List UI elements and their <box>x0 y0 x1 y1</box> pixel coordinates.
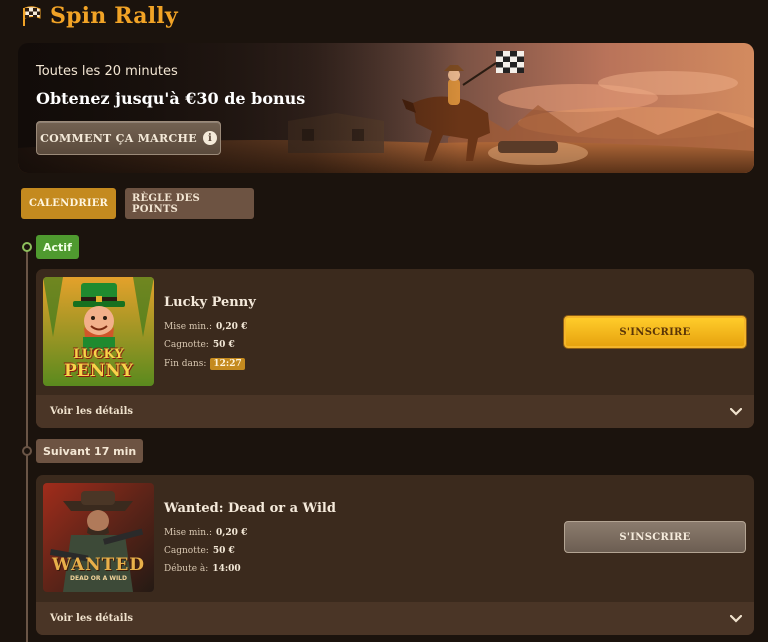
start-time-row: Débute à: 14:00 <box>164 564 241 574</box>
pot-row: Cagnotte: 50 € <box>164 546 235 556</box>
page-title: Spin Rally <box>50 3 178 29</box>
event-card-body: WANTED DEAD OR A WILD Wanted: Dead or a … <box>36 475 754 599</box>
details-toggle[interactable]: Voir les détails <box>36 602 754 635</box>
info-icon: i <box>202 131 217 145</box>
min-bet-value: 0,20 € <box>216 322 248 332</box>
details-label: Voir les détails <box>50 406 134 417</box>
timeline-line <box>26 246 28 642</box>
min-bet-row: Mise min.: 0,20 € <box>164 528 247 538</box>
banner-subtitle: Toutes les 20 minutes <box>36 64 178 79</box>
how-it-works-button[interactable]: COMMENT ÇA MARCHE i <box>36 121 221 155</box>
pot-row: Cagnotte: 50 € <box>164 340 235 350</box>
tab-points-rules[interactable]: RÈGLE DES POINTS <box>125 188 254 219</box>
details-label: Voir les détails <box>50 613 134 624</box>
status-badge-next: Suivant 17 min <box>36 439 144 463</box>
pot-label: Cagnotte: <box>164 546 209 556</box>
timeline-dot-active <box>22 242 32 252</box>
chevron-down-icon <box>730 614 742 623</box>
pot-value: 50 € <box>212 340 235 350</box>
chevron-down-icon <box>730 407 742 416</box>
min-bet-label: Mise min.: <box>164 322 213 332</box>
tab-calendar[interactable]: CALENDRIER <box>21 188 116 219</box>
pot-label: Cagnotte: <box>164 340 209 350</box>
timeline-dot-next <box>22 446 32 456</box>
thumbnail-text-penny: PENNY <box>64 361 133 381</box>
signup-button[interactable]: S'INSCRIRE <box>564 521 746 553</box>
event-card-body: LUCKY PENNY Lucky Penny Mise min.: 0,20 … <box>36 269 754 393</box>
thumbnail-text-wanted: WANTED <box>51 555 146 575</box>
game-title: Wanted: Dead or a Wild <box>164 501 336 516</box>
promo-banner: Toutes les 20 minutes Obtenez jusqu'à €3… <box>18 43 754 173</box>
start-time-value: 14:00 <box>212 564 241 574</box>
min-bet-value: 0,20 € <box>216 528 248 538</box>
thumbnail-text-lucky: LUCKY <box>73 347 124 362</box>
tab-bar: CALENDRIER RÈGLE DES POINTS <box>21 188 254 219</box>
start-time-label: Débute à: <box>164 564 209 574</box>
thumbnail-text-subtitle: DEAD OR A WILD <box>70 575 127 582</box>
event-card-lucky-penny: LUCKY PENNY Lucky Penny Mise min.: 0,20 … <box>36 269 754 428</box>
signup-button[interactable]: S'INSCRIRE <box>564 316 746 348</box>
checkered-flag-icon <box>23 6 41 26</box>
game-title: Lucky Penny <box>164 295 256 310</box>
end-time-label: Fin dans: <box>164 359 207 369</box>
how-it-works-label: COMMENT ÇA MARCHE <box>40 131 197 145</box>
min-bet-row: Mise min.: 0,20 € <box>164 322 247 332</box>
banner-title: Obtenez jusqu'à €30 de bonus <box>36 89 306 108</box>
details-toggle[interactable]: Voir les détails <box>36 395 754 428</box>
status-badge-active: Actif <box>36 235 79 259</box>
end-time-row: Fin dans: 12:27 <box>164 358 245 370</box>
min-bet-label: Mise min.: <box>164 528 213 538</box>
pot-value: 50 € <box>212 546 235 556</box>
countdown-timer: 12:27 <box>210 358 245 370</box>
page-header: Spin Rally <box>20 2 178 30</box>
event-card-wanted: WANTED DEAD OR A WILD Wanted: Dead or a … <box>36 475 754 635</box>
